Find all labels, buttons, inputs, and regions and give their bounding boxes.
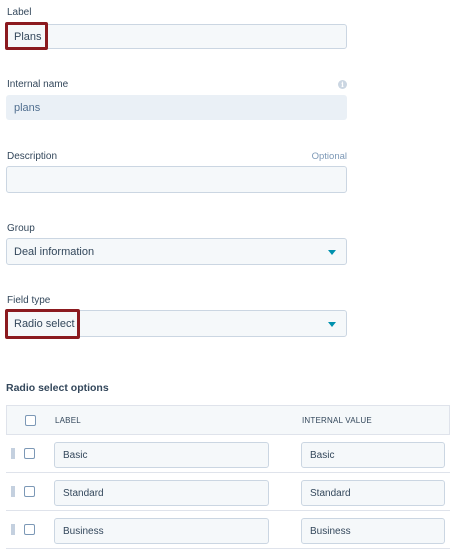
column-header-internal-value: INTERNAL VALUE — [302, 416, 372, 425]
field-type-select[interactable]: Radio select — [6, 310, 347, 337]
description-input[interactable] — [6, 166, 347, 193]
drag-handle-icon[interactable] — [11, 448, 15, 459]
option-label-value: Standard — [63, 487, 104, 499]
field-type-select-value: Radio select — [14, 317, 75, 330]
option-label-input[interactable]: Standard — [54, 480, 269, 506]
info-icon[interactable]: i — [338, 80, 347, 89]
field-type-label: Field type — [7, 295, 51, 306]
label-input-value: Plans — [14, 30, 42, 43]
options-section-title: Radio select options — [6, 382, 109, 394]
group-select-value: Deal information — [14, 245, 95, 258]
option-internal-value-input[interactable]: Basic — [301, 442, 445, 468]
group-select[interactable]: Deal information — [6, 238, 347, 265]
row-checkbox[interactable] — [24, 448, 35, 459]
option-label-value: Basic — [63, 449, 88, 461]
option-label-input[interactable]: Basic — [54, 442, 269, 468]
label-field-label: Label — [7, 7, 32, 18]
internal-name-value: plans — [14, 101, 41, 114]
row-checkbox[interactable] — [24, 486, 35, 497]
table-row: Basic Basic — [6, 435, 450, 473]
caret-down-icon — [328, 249, 336, 255]
option-internal-value-input[interactable]: Standard — [301, 480, 445, 506]
group-label: Group — [7, 223, 35, 234]
select-all-checkbox[interactable] — [25, 415, 36, 426]
internal-name-label: Internal name — [7, 79, 69, 90]
drag-handle-icon[interactable] — [11, 486, 15, 497]
option-internal-value: Business — [310, 525, 351, 537]
caret-down-icon — [328, 321, 336, 327]
options-table-header: LABEL INTERNAL VALUE — [6, 405, 450, 435]
description-label: Description — [7, 151, 58, 162]
drag-handle-icon[interactable] — [11, 524, 15, 535]
option-internal-value-input[interactable]: Business — [301, 518, 445, 544]
table-row: Business Business — [6, 511, 450, 549]
description-optional-text: Optional — [311, 151, 347, 162]
column-header-label: LABEL — [55, 416, 81, 425]
option-label-input[interactable]: Business — [54, 518, 269, 544]
table-row: Standard Standard — [6, 473, 450, 511]
label-input[interactable]: Plans — [6, 24, 347, 49]
option-label-value: Business — [63, 525, 104, 537]
row-checkbox[interactable] — [24, 524, 35, 535]
option-internal-value: Standard — [310, 487, 351, 499]
internal-name-field: plans — [6, 95, 347, 120]
option-internal-value: Basic — [310, 449, 335, 461]
